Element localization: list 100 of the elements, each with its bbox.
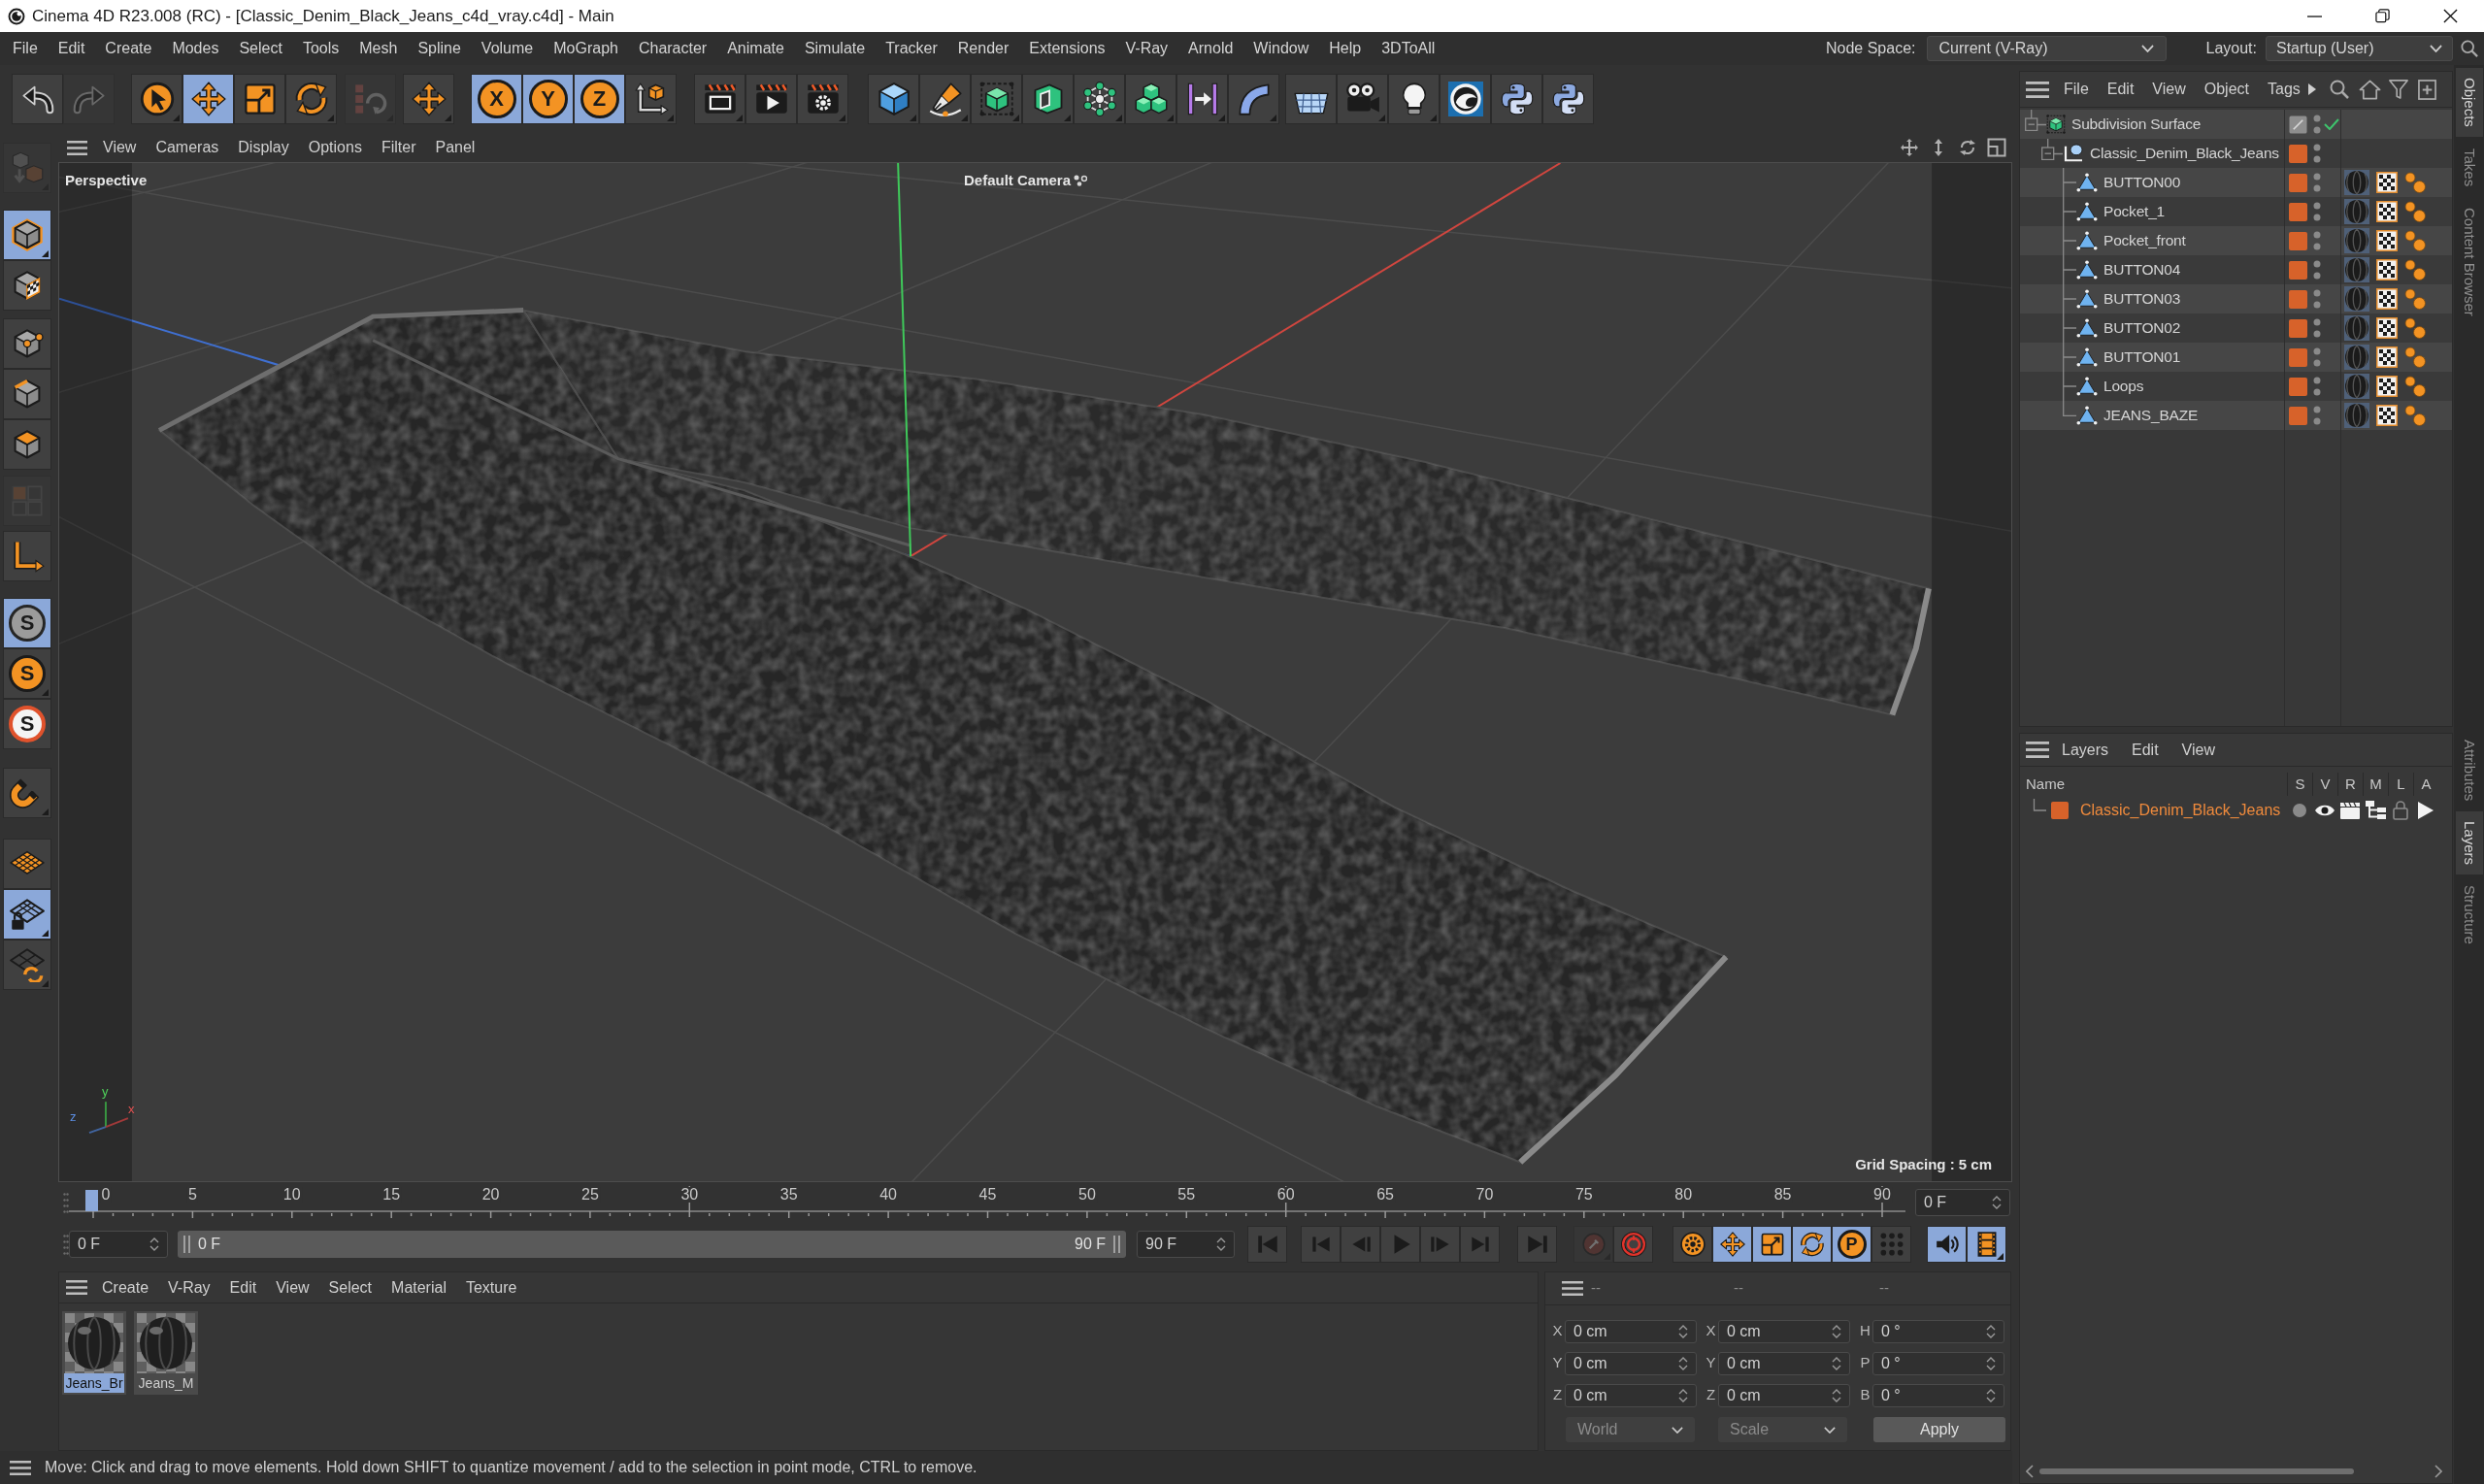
material-menu-item[interactable]: Texture (465, 1275, 517, 1300)
preview-tile[interactable]: Jeans_M (134, 1311, 198, 1395)
menu-item[interactable]: Window (1253, 37, 1309, 60)
y-axis-button[interactable]: Y (522, 74, 574, 124)
dot-pair-icon[interactable] (2313, 260, 2321, 280)
dot-pair-icon[interactable] (2313, 202, 2321, 221)
scale-key-button[interactable] (1752, 1226, 1792, 1263)
sphere-tag-icon[interactable] (2344, 199, 2369, 224)
cubes-button[interactable] (1125, 74, 1176, 124)
sphere-tag-icon[interactable] (2344, 228, 2369, 253)
sphere-tag-icon[interactable] (2344, 315, 2369, 341)
object-menu-item[interactable]: Tags (2268, 78, 2301, 101)
object-menu-item[interactable]: Edit (2106, 78, 2135, 101)
layer-menu-item[interactable]: Edit (2132, 738, 2159, 762)
ball-pair-icon[interactable] (2404, 201, 2426, 222)
caret-right-icon[interactable] (2307, 83, 2316, 95)
timeline-ruler[interactable]: 0 5 10 15 20 25 30 35 40 45 50 55 60 65 70 75 80 85 90 (69, 1182, 1905, 1223)
side-tab[interactable]: Objects (2455, 68, 2483, 137)
checker-tag-icon[interactable] (2376, 405, 2398, 426)
sphere-tag-icon[interactable] (2344, 345, 2369, 370)
checker-tag-icon[interactable] (2376, 376, 2398, 397)
home-icon[interactable] (2358, 79, 2381, 100)
menu-item[interactable]: Animate (727, 37, 784, 60)
menu-item[interactable]: Tracker (885, 37, 938, 60)
menu-item[interactable]: Render (957, 37, 1010, 60)
position-key-button[interactable] (1712, 1226, 1752, 1263)
double-bar-icon[interactable] (183, 1236, 190, 1253)
object-row[interactable]: BUTTON03 (2020, 284, 2452, 313)
scroll-left-icon[interactable] (2026, 1465, 2034, 1478)
sound-button[interactable] (1927, 1226, 1967, 1263)
playhead-handle[interactable] (85, 1190, 98, 1211)
z-axis-button[interactable]: Z (574, 74, 625, 124)
scale-tool-button[interactable] (234, 74, 285, 124)
apply-button[interactable]: Apply (1873, 1417, 2005, 1442)
checker-tag-icon[interactable] (2376, 317, 2398, 339)
menu-item[interactable]: Create (105, 37, 152, 60)
menu-item[interactable]: Modes (172, 37, 219, 60)
object-row[interactable]: BUTTON01 (2020, 343, 2452, 372)
object-menu-item[interactable]: View (2152, 78, 2186, 101)
viewport-menu-item[interactable]: View (103, 136, 137, 159)
maximize-icon[interactable] (1987, 138, 2006, 157)
ball-pair-icon[interactable] (2404, 259, 2426, 280)
dot-pair-icon[interactable] (2313, 144, 2321, 163)
object-row[interactable]: Pocket_front (2020, 226, 2452, 255)
sphere-tag-icon[interactable] (2344, 170, 2369, 195)
layer-row[interactable]: Classic_Denim_Black_Jeans (2020, 798, 2452, 823)
sphere-tag-icon[interactable] (2344, 286, 2369, 312)
object-row[interactable]: Subdivision Surface (2020, 110, 2452, 139)
search-icon[interactable] (2329, 80, 2349, 99)
ball-pair-icon[interactable] (2404, 317, 2426, 339)
rotate-tool-button[interactable] (285, 74, 337, 124)
render-button[interactable] (745, 74, 797, 124)
size-field[interactable]: 0 cm (1718, 1319, 1850, 1343)
layer-menu-item[interactable]: View (2181, 738, 2215, 762)
light-button[interactable] (1388, 74, 1440, 124)
hierarchy-icon[interactable] (2365, 801, 2386, 820)
viewport-menu-item[interactable]: Filter (381, 136, 416, 159)
object-menu-item[interactable]: Object (2203, 78, 2249, 101)
script-button[interactable] (1542, 74, 1594, 124)
model-mode-button[interactable] (3, 210, 51, 260)
rotation-key-button[interactable] (1792, 1226, 1832, 1263)
dot-pair-icon[interactable] (2313, 406, 2321, 425)
menu-item[interactable]: Arnold (1188, 37, 1234, 60)
rotation-field[interactable]: 0 ° (1872, 1383, 2004, 1407)
snap-toggle-button[interactable]: S (3, 699, 51, 749)
menu-item[interactable]: Edit (57, 37, 85, 60)
menu-icon[interactable] (1562, 1281, 1583, 1296)
scroll-right-icon[interactable] (2434, 1465, 2442, 1478)
texture-mode-button[interactable] (3, 260, 51, 311)
checker-tag-icon[interactable] (2376, 346, 2398, 368)
menu-icon[interactable] (2026, 81, 2049, 98)
move-tool-button[interactable] (182, 74, 234, 124)
menu-item[interactable]: Tools (302, 37, 340, 60)
node-space-dropdown[interactable]: Current (V-Ray) (1926, 36, 2167, 61)
menu-item[interactable]: File (13, 37, 38, 60)
ball-pair-icon[interactable] (2404, 405, 2426, 426)
material-menu-item[interactable]: V-Ray (168, 1275, 211, 1300)
rotation-field[interactable]: 0 ° (1872, 1319, 2004, 1343)
object-row[interactable]: BUTTON00 (2020, 168, 2452, 197)
snap-settings-button[interactable]: S (3, 648, 51, 699)
position-field[interactable]: 0 cm (1565, 1383, 1697, 1407)
plus-box-icon[interactable] (2417, 79, 2436, 100)
ball-pair-icon[interactable] (2404, 230, 2426, 251)
cloner-button[interactable] (1074, 74, 1125, 124)
sphere-tag-icon[interactable] (2344, 257, 2369, 282)
transform-tool-button[interactable] (403, 74, 454, 124)
lock-icon[interactable] (2393, 801, 2408, 820)
axis-mode-button[interactable] (3, 531, 51, 581)
menu-icon[interactable] (10, 1460, 31, 1475)
layer-menu-item[interactable]: Layers (2062, 738, 2109, 762)
undo-button[interactable] (12, 74, 63, 124)
start-frame-field[interactable]: 0 F (69, 1231, 168, 1258)
double-bar-icon[interactable] (1113, 1236, 1120, 1253)
keyframe-button[interactable] (1673, 1226, 1712, 1263)
position-field[interactable]: 0 cm (1565, 1351, 1697, 1375)
dot-pair-icon[interactable] (2313, 377, 2321, 396)
render-settings-button[interactable] (797, 74, 848, 124)
viewport-menu-item[interactable]: Cameras (155, 136, 219, 159)
ball-pair-icon[interactable] (2404, 288, 2426, 310)
eye-icon[interactable] (2314, 803, 2335, 818)
